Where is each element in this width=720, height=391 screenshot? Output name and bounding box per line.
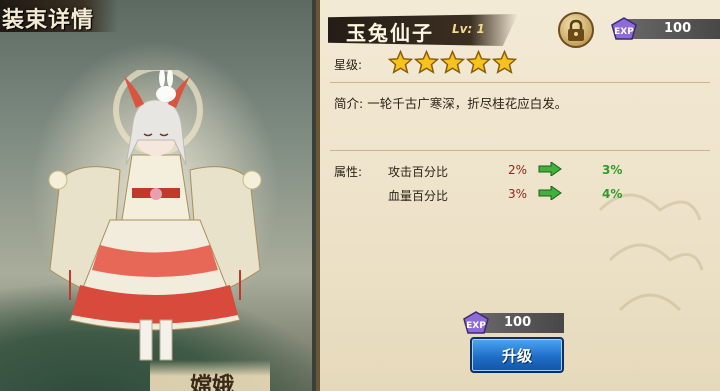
costume-illustration xyxy=(48,70,262,361)
attr-label: 属性: xyxy=(334,165,363,179)
attr-next: 4% xyxy=(602,187,623,201)
svg-text:EXP: EXP xyxy=(614,27,634,37)
lock-button[interactable] xyxy=(558,12,594,48)
star-icon xyxy=(466,50,491,74)
exp-cost-value: 100 xyxy=(664,21,692,36)
upgrade-button-label: 升级 xyxy=(501,346,532,365)
costume-detail-panel: 玉兔仙子 Lv: 1 EXP 100 星级: 简介: 一轮千古广寒深，折尽桂花应… xyxy=(316,0,720,391)
green-arrow-icon xyxy=(538,162,562,176)
star-icon xyxy=(414,50,439,74)
attr-name: 血量百分比 xyxy=(388,189,449,203)
character-preview-panel: 装束详情 嫦娥 xyxy=(0,0,312,391)
bio-row: 简介: 一轮千古广寒深，折尽桂花应白发。 xyxy=(334,93,567,112)
upgrade-button[interactable]: 升级 xyxy=(470,337,564,373)
green-arrow-icon xyxy=(538,186,562,200)
page-title: 装束详情 xyxy=(2,7,95,33)
item-name: 玉兔仙子 xyxy=(346,21,434,45)
attr-current: 3% xyxy=(508,187,528,201)
bio-text: 一轮千古广寒深，折尽桂花应白发。 xyxy=(367,96,568,111)
hero-name: 嫦娥 xyxy=(190,373,235,391)
star-icon xyxy=(388,50,413,74)
exp-gem-icon: EXP xyxy=(611,17,637,40)
star-icon xyxy=(492,50,517,74)
exp-gem-icon: EXP xyxy=(463,311,489,334)
svg-text:EXP: EXP xyxy=(466,321,486,331)
star-label: 星级: xyxy=(334,58,363,72)
bio-label: 简介: xyxy=(334,96,364,111)
star-icon xyxy=(440,50,465,74)
attr-current: 2% xyxy=(508,163,528,177)
star-rating xyxy=(388,50,517,75)
divider xyxy=(330,150,710,151)
divider xyxy=(330,82,710,83)
attr-name: 攻击百分比 xyxy=(388,165,449,179)
lock-icon xyxy=(568,19,584,41)
upgrade-cost-value: 100 xyxy=(504,315,532,330)
attr-next: 3% xyxy=(602,163,623,177)
item-level: Lv: 1 xyxy=(452,22,485,36)
